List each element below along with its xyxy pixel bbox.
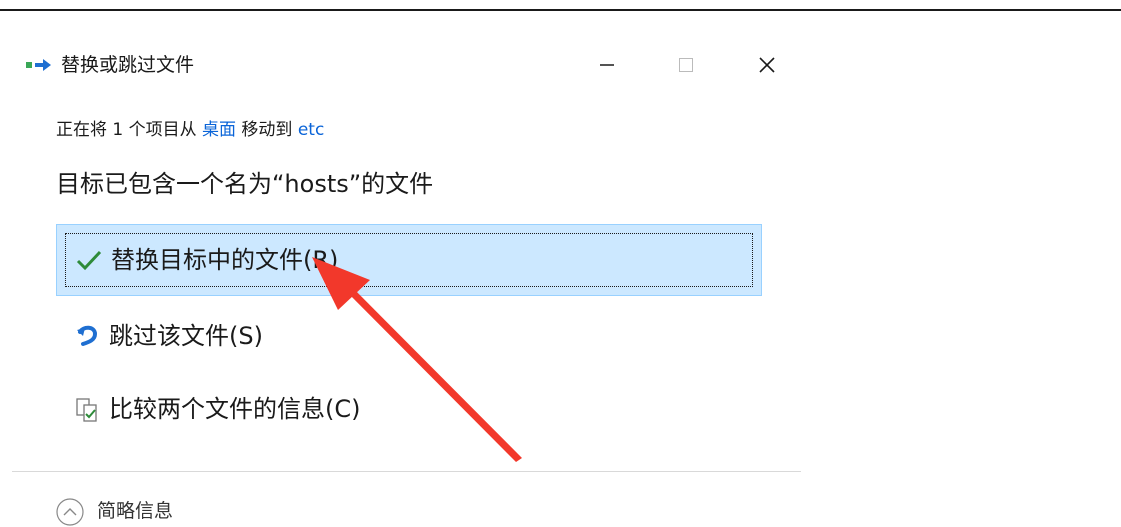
conflict-message: 目标已包含一个名为“hosts”的文件 <box>56 170 434 198</box>
file-move-icon <box>26 59 51 71</box>
minimize-icon <box>600 64 614 66</box>
top-border-line <box>0 9 1121 11</box>
skip-file-label: 跳过该文件(S) <box>109 322 263 350</box>
details-label: 简略信息 <box>97 500 174 522</box>
compare-files-icon <box>76 398 97 422</box>
chevron-up-circle-icon <box>56 498 84 526</box>
close-button[interactable] <box>742 40 792 90</box>
checkmark-icon <box>76 250 102 271</box>
divider <box>12 471 801 472</box>
replace-file-option[interactable]: 替换目标中的文件(R) <box>56 224 762 296</box>
progress-middle: 移动到 <box>236 120 298 140</box>
replace-file-label: 替换目标中的文件(R) <box>111 246 339 274</box>
progress-description: 正在将 1 个项目从 桌面 移动到 etc <box>56 117 324 143</box>
close-icon <box>759 57 775 73</box>
details-toggle-button[interactable]: 简略信息 <box>53 497 253 527</box>
window-title: 替换或跳过文件 <box>61 54 195 76</box>
maximize-icon <box>679 58 693 72</box>
destination-folder-link[interactable]: etc <box>298 120 324 140</box>
progress-prefix: 正在将 1 个项目从 <box>56 120 203 140</box>
skip-arrow-icon <box>77 325 98 346</box>
title-bar: 替换或跳过文件 <box>0 40 800 90</box>
minimize-button[interactable] <box>582 40 632 90</box>
compare-files-option[interactable]: 比较两个文件的信息(C) <box>56 374 762 446</box>
compare-files-label: 比较两个文件的信息(C) <box>109 395 361 423</box>
source-folder-link[interactable]: 桌面 <box>202 120 236 140</box>
skip-file-option[interactable]: 跳过该文件(S) <box>56 301 762 373</box>
maximize-button[interactable] <box>661 40 711 90</box>
